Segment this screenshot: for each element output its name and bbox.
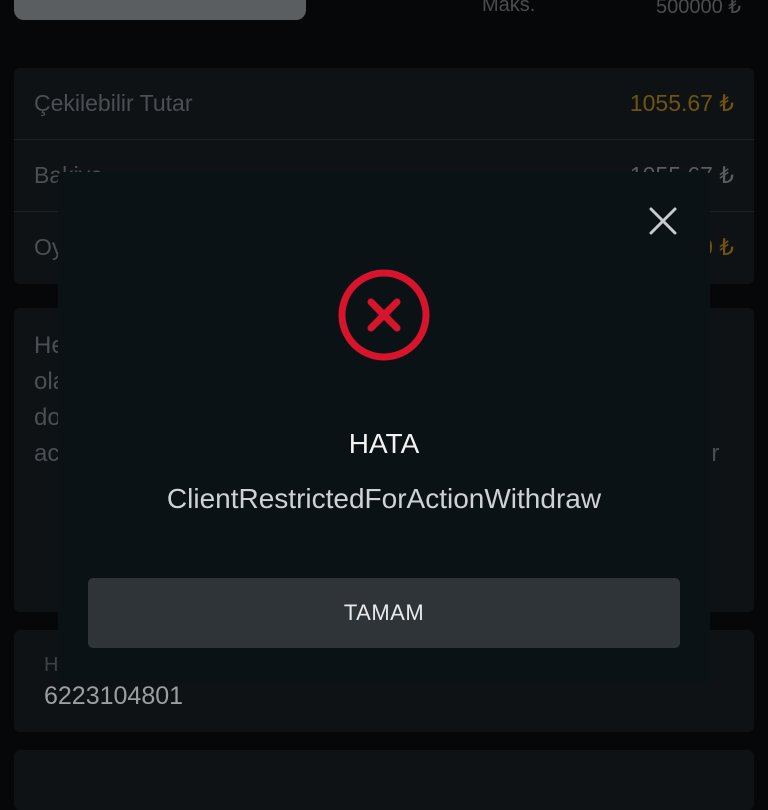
info-text-line: ac [34,440,60,467]
account-number-label: H [44,654,59,676]
error-dialog: HATA ClientRestrictedForActionWithdraw T… [58,172,710,682]
max-label: Maks. [482,0,536,16]
balance-row-label: Çekilebilir Tutar [34,90,193,116]
ok-button[interactable]: TAMAM [88,578,680,648]
dialog-message: ClientRestrictedForActionWithdraw [166,483,602,514]
dialog-title: HATA [348,428,420,459]
close-button[interactable] [644,202,682,240]
close-icon[interactable] [648,206,678,236]
balance-row-withdrawable: Çekilebilir Tutar 1055.67 ₺ [14,68,754,140]
balance-row-value: 1055.67 ₺ [629,90,734,116]
account-number-value: 6223104801 [44,682,184,710]
max-value: 500000 ₺ [656,0,742,18]
header-pill [14,0,306,20]
info-text-line: do [34,404,61,431]
bottom-card [14,750,754,810]
error-x-circle-icon [338,269,430,361]
